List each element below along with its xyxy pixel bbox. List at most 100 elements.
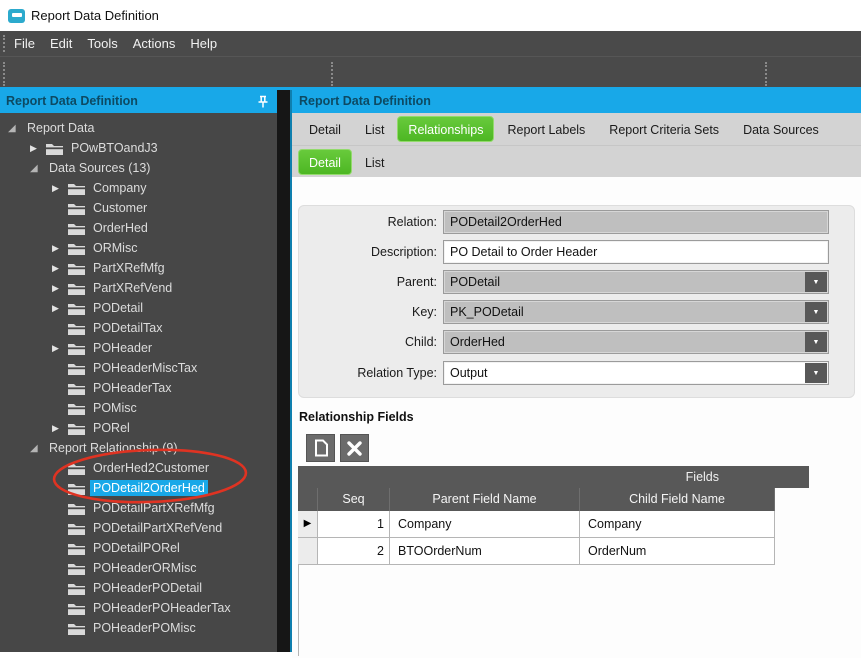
tree-item-podetailpartxrefmfg[interactable]: PODetailPartXRefMfg: [0, 498, 277, 518]
expander-collapsed-icon[interactable]: ▶: [52, 183, 68, 194]
tree-item-podetailporel[interactable]: PODetailPORel: [0, 538, 277, 558]
toolbar-grip-3[interactable]: [765, 62, 769, 86]
dropdown-arrow-icon[interactable]: ▼: [805, 363, 827, 383]
expander-expanded-icon[interactable]: ◢: [30, 443, 46, 454]
menubar-grip[interactable]: [3, 35, 7, 52]
toolbar-grip[interactable]: [3, 62, 7, 86]
folder-icon: [68, 242, 85, 255]
tree-item-partxrefvend[interactable]: ▶ PartXRefVend: [0, 278, 277, 298]
menu-tools[interactable]: Tools: [87, 36, 117, 51]
report-data-definition-window: Report Data Definition FileEditToolsActi…: [0, 0, 861, 658]
grid-column-header-parent-field-name[interactable]: Parent Field Name: [390, 488, 580, 511]
expander-collapsed-icon[interactable]: ▶: [52, 303, 68, 314]
expander-collapsed-icon[interactable]: ▶: [52, 423, 68, 434]
sub-tabstrip: Detail List: [292, 145, 861, 177]
dropdown-arrow-icon[interactable]: ▼: [805, 302, 827, 322]
tree-item-podetailtax[interactable]: PODetailTax: [0, 318, 277, 338]
toolbar-grip-2[interactable]: [331, 62, 335, 86]
tree-item-company[interactable]: ▶Company: [0, 178, 277, 198]
field-value: PODetail2OrderHed: [450, 211, 562, 233]
tab-detail[interactable]: Detail: [298, 116, 352, 142]
relationship-fields-title: Relationship Fields: [299, 410, 414, 424]
form-row-relation: Relation:PODetail2OrderHed: [292, 210, 861, 235]
tree-item-partxrefmfg[interactable]: ▶ PartXRefMfg: [0, 258, 277, 278]
expander-collapsed-icon[interactable]: ▶: [52, 263, 68, 274]
tree-item-pomisc[interactable]: POMisc: [0, 398, 277, 418]
tree-item-poheader[interactable]: ▶POHeader: [0, 338, 277, 358]
tree-item-label: POHeaderPODetail: [90, 580, 205, 596]
tree-item-poheaderormisc[interactable]: POHeaderORMisc: [0, 558, 277, 578]
subtab-detail[interactable]: Detail: [298, 149, 352, 175]
menu-help[interactable]: Help: [190, 36, 217, 51]
folder-icon: [68, 502, 85, 515]
expander-expanded-icon[interactable]: ◢: [8, 123, 24, 134]
grid-row-selector[interactable]: [298, 538, 318, 565]
description-input[interactable]: PO Detail to Order Header: [443, 240, 829, 264]
tab-list[interactable]: List: [354, 116, 395, 142]
tab-relationships[interactable]: Relationships: [397, 116, 494, 142]
expander-collapsed-icon[interactable]: ▶: [52, 343, 68, 354]
grid-column-header-child-field-name[interactable]: Child Field Name: [580, 488, 775, 511]
tree-item-powbtoandj3[interactable]: ▶POwBTOandJ3: [0, 138, 277, 158]
subtab-list[interactable]: List: [354, 149, 395, 175]
grid-cell[interactable]: OrderNum: [580, 538, 775, 565]
expander-collapsed-icon[interactable]: ▶: [52, 283, 68, 294]
tree-item-label: OrderHed: [90, 220, 151, 236]
grid-cell[interactable]: 1: [318, 511, 390, 538]
tree-item-customer[interactable]: Customer: [0, 198, 277, 218]
grid-column-header-seq[interactable]: Seq: [318, 488, 390, 511]
tree-item-poheaderpodetail[interactable]: POHeaderPODetail: [0, 578, 277, 598]
parent-combobox[interactable]: PODetail▼: [443, 270, 829, 294]
folder-icon: [68, 562, 85, 575]
add-field-row-button[interactable]: [306, 434, 335, 462]
tree-item-podetailpartxrefvend[interactable]: PODetailPartXRefVend: [0, 518, 277, 538]
tree-item-orderhed2customer[interactable]: OrderHed2Customer: [0, 458, 277, 478]
grid-cell[interactable]: 2: [318, 538, 390, 565]
tree-item-porel[interactable]: ▶PORel: [0, 418, 277, 438]
delete-field-row-button[interactable]: [340, 434, 369, 462]
panel-splitter[interactable]: [277, 90, 292, 652]
folder-icon: [68, 262, 85, 275]
main-tabstrip: DetailListRelationshipsReport LabelsRepo…: [292, 113, 861, 145]
grid-cell[interactable]: Company: [390, 511, 580, 538]
child-combobox[interactable]: OrderHed▼: [443, 330, 829, 354]
tree-item-podetail2orderhed[interactable]: PODetail2OrderHed: [0, 478, 277, 498]
tree-item-poheadertax[interactable]: POHeaderTax: [0, 378, 277, 398]
tab-data-sources[interactable]: Data Sources: [732, 116, 830, 142]
pin-icon[interactable]: [257, 95, 269, 114]
tab-report-labels[interactable]: Report Labels: [496, 116, 596, 142]
menu-actions[interactable]: Actions: [133, 36, 176, 51]
dropdown-arrow-icon[interactable]: ▼: [805, 332, 827, 352]
tree-item-label: PartXRefMfg: [90, 260, 168, 276]
relation-type-combobox[interactable]: Output▼: [443, 361, 829, 385]
expander-expanded-icon[interactable]: ◢: [30, 163, 46, 174]
tree-item-label: POHeaderPOHeaderTax: [90, 600, 234, 616]
menu-file[interactable]: File: [14, 36, 35, 51]
grid-cell[interactable]: BTOOrderNum: [390, 538, 580, 565]
dropdown-arrow-icon[interactable]: ▼: [805, 272, 827, 292]
tree-item-poheaderpomisc[interactable]: POHeaderPOMisc: [0, 618, 277, 638]
key-combobox[interactable]: PK_PODetail▼: [443, 300, 829, 324]
tree-item-report-data[interactable]: ◢Report Data: [0, 118, 277, 138]
field-label-parent: Parent:: [298, 270, 437, 295]
folder-icon: [68, 462, 85, 475]
folder-icon: [68, 522, 85, 535]
tree-item-report-relationship-9[interactable]: ◢Report Relationship (9): [0, 438, 277, 458]
tab-label: Detail: [309, 156, 341, 170]
menu-edit[interactable]: Edit: [50, 36, 72, 51]
tree-item-poheaderpoheadertax[interactable]: POHeaderPOHeaderTax: [0, 598, 277, 618]
grid-row-selector[interactable]: ▶: [298, 511, 318, 538]
tree-item-label: POHeaderMiscTax: [90, 360, 200, 376]
tree-item-label: PartXRefVend: [90, 280, 175, 296]
expander-collapsed-icon[interactable]: ▶: [52, 243, 68, 254]
tree-item-poheadermisctax[interactable]: POHeaderMiscTax: [0, 358, 277, 378]
tree-item-ormisc[interactable]: ▶ORMisc: [0, 238, 277, 258]
delete-row-x-icon: [347, 441, 362, 456]
tree-item-data-sources-13[interactable]: ◢Data Sources (13): [0, 158, 277, 178]
expander-collapsed-icon[interactable]: ▶: [30, 143, 46, 154]
folder-icon: [46, 142, 63, 155]
tree-item-podetail[interactable]: ▶PODetail: [0, 298, 277, 318]
tree-item-orderhed[interactable]: OrderHed: [0, 218, 277, 238]
grid-cell[interactable]: Company: [580, 511, 775, 538]
tab-report-criteria-sets[interactable]: Report Criteria Sets: [598, 116, 730, 142]
